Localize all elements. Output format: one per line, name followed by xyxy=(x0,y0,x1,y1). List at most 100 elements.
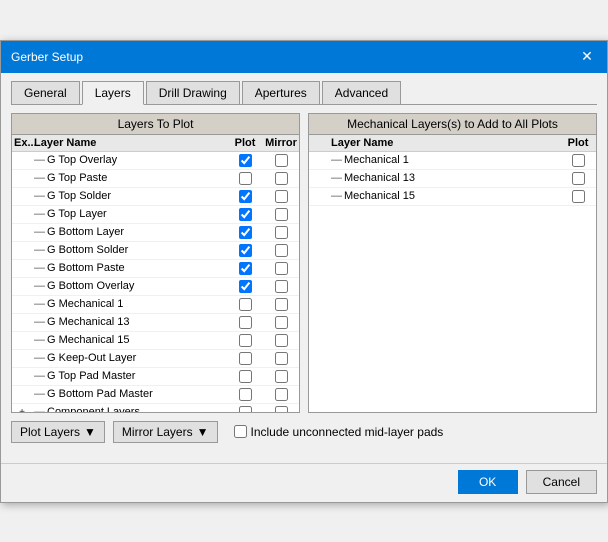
left-panel-header: Ex... Layer Name Plot Mirror xyxy=(12,135,299,152)
plot-checkbox[interactable] xyxy=(239,190,252,203)
plot-checkbox[interactable] xyxy=(239,406,252,412)
layer-row: —Mechanical 15 xyxy=(309,188,596,206)
close-button[interactable]: ✕ xyxy=(577,47,597,67)
plot-checkbox[interactable] xyxy=(239,208,252,221)
plot-checkbox[interactable] xyxy=(572,172,585,185)
mirror-checkbox[interactable] xyxy=(275,334,288,347)
layer-name: G Top Pad Master xyxy=(47,370,135,382)
layer-dash: — xyxy=(34,190,45,202)
header-plot: Plot xyxy=(227,135,263,151)
layer-dash: — xyxy=(34,262,45,274)
layer-name: G Mechanical 1 xyxy=(47,298,123,310)
layer-dash: — xyxy=(34,388,45,400)
cancel-button[interactable]: Cancel xyxy=(526,470,597,494)
include-unconnected-text: Include unconnected mid-layer pads xyxy=(251,425,444,439)
panels-row: Layers To Plot Ex... Layer Name Plot Mir… xyxy=(11,113,597,413)
expand-icon[interactable]: + xyxy=(19,407,25,412)
plot-checkbox[interactable] xyxy=(239,154,252,167)
layer-row: —G Bottom Layer xyxy=(12,224,299,242)
plot-checkbox[interactable] xyxy=(239,244,252,257)
plot-checkbox[interactable] xyxy=(239,334,252,347)
plot-checkbox[interactable] xyxy=(572,154,585,167)
layer-row: —Mechanical 13 xyxy=(309,170,596,188)
mirror-checkbox[interactable] xyxy=(275,370,288,383)
layer-row: +—Component Layers xyxy=(12,404,299,412)
layer-row: —G Mechanical 15 xyxy=(12,332,299,350)
mirror-checkbox[interactable] xyxy=(275,154,288,167)
tab-layers[interactable]: Layers xyxy=(82,81,144,105)
mirror-layers-button[interactable]: Mirror Layers ▼ xyxy=(113,421,218,443)
mirror-layers-label: Mirror Layers xyxy=(122,425,193,439)
layer-name: G Bottom Solder xyxy=(47,244,128,256)
mirror-checkbox[interactable] xyxy=(275,244,288,257)
plot-checkbox[interactable] xyxy=(239,262,252,275)
mirror-checkbox[interactable] xyxy=(275,226,288,239)
plot-checkbox[interactable] xyxy=(239,316,252,329)
layer-name: G Top Overlay xyxy=(47,154,117,166)
plot-checkbox[interactable] xyxy=(239,298,252,311)
mirror-checkbox[interactable] xyxy=(275,262,288,275)
tab-apertures[interactable]: Apertures xyxy=(242,81,320,104)
title-bar: Gerber Setup ✕ xyxy=(1,41,607,73)
layer-name: G Keep-Out Layer xyxy=(47,352,136,364)
layer-row: —G Top Solder xyxy=(12,188,299,206)
layer-dash: — xyxy=(34,280,45,292)
bottom-controls: Plot Layers ▼ Mirror Layers ▼ Include un… xyxy=(11,421,597,443)
layer-name: G Bottom Overlay xyxy=(47,280,134,292)
layer-dash: — xyxy=(34,298,45,310)
plot-checkbox[interactable] xyxy=(239,352,252,365)
mirror-checkbox[interactable] xyxy=(275,316,288,329)
right-panel-title: Mechanical Layers(s) to Add to All Plots xyxy=(309,114,596,135)
layer-name: G Top Solder xyxy=(47,190,111,202)
mirror-checkbox[interactable] xyxy=(275,406,288,412)
layer-list-right: —Mechanical 1—Mechanical 13—Mechanical 1… xyxy=(309,152,596,206)
plot-layers-chevron-icon: ▼ xyxy=(84,425,96,439)
plot-checkbox[interactable] xyxy=(239,226,252,239)
tab-advanced[interactable]: Advanced xyxy=(322,81,401,104)
layer-row: —G Bottom Pad Master xyxy=(12,386,299,404)
tab-drill-drawing[interactable]: Drill Drawing xyxy=(146,81,240,104)
layer-name: G Bottom Paste xyxy=(47,262,125,274)
layer-name: G Bottom Pad Master xyxy=(47,388,153,400)
plot-checkbox[interactable] xyxy=(239,280,252,293)
layer-name: G Mechanical 15 xyxy=(47,334,130,346)
plot-checkbox[interactable] xyxy=(239,370,252,383)
mirror-checkbox[interactable] xyxy=(275,280,288,293)
layer-row: —G Bottom Overlay xyxy=(12,278,299,296)
mirror-checkbox[interactable] xyxy=(275,298,288,311)
layer-row: —G Mechanical 13 xyxy=(12,314,299,332)
header-ex: Ex... xyxy=(12,135,32,151)
tab-general[interactable]: General xyxy=(11,81,80,104)
layer-row: —G Mechanical 1 xyxy=(12,296,299,314)
layer-name: G Top Layer xyxy=(47,208,107,220)
layer-row: —G Top Paste xyxy=(12,170,299,188)
layer-name: Component Layers xyxy=(47,406,140,412)
dialog-content: General Layers Drill Drawing Apertures A… xyxy=(1,73,607,463)
mirror-checkbox[interactable] xyxy=(275,352,288,365)
layer-dash: — xyxy=(331,190,342,202)
layer-row: —G Bottom Paste xyxy=(12,260,299,278)
layer-name: Mechanical 13 xyxy=(344,172,415,184)
right-header-ex xyxy=(309,135,329,151)
plot-checkbox[interactable] xyxy=(239,388,252,401)
layer-row: —Mechanical 1 xyxy=(309,152,596,170)
include-unconnected-label[interactable]: Include unconnected mid-layer pads xyxy=(234,425,444,439)
mirror-checkbox[interactable] xyxy=(275,388,288,401)
plot-checkbox[interactable] xyxy=(572,190,585,203)
mirror-checkbox[interactable] xyxy=(275,172,288,185)
right-panel-header: Layer Name Plot xyxy=(309,135,596,152)
right-header-plot: Plot xyxy=(560,135,596,151)
layer-dash: — xyxy=(34,226,45,238)
layer-name: Mechanical 1 xyxy=(344,154,409,166)
plot-checkbox[interactable] xyxy=(239,172,252,185)
ok-button[interactable]: OK xyxy=(458,470,518,494)
layer-name: G Bottom Layer xyxy=(47,226,124,238)
header-layer-name: Layer Name xyxy=(32,135,227,151)
layers-to-plot-panel: Layers To Plot Ex... Layer Name Plot Mir… xyxy=(11,113,300,413)
layer-row: —G Top Layer xyxy=(12,206,299,224)
mirror-checkbox[interactable] xyxy=(275,208,288,221)
plot-layers-button[interactable]: Plot Layers ▼ xyxy=(11,421,105,443)
mirror-checkbox[interactable] xyxy=(275,190,288,203)
include-unconnected-checkbox[interactable] xyxy=(234,425,247,438)
layer-dash: — xyxy=(34,370,45,382)
